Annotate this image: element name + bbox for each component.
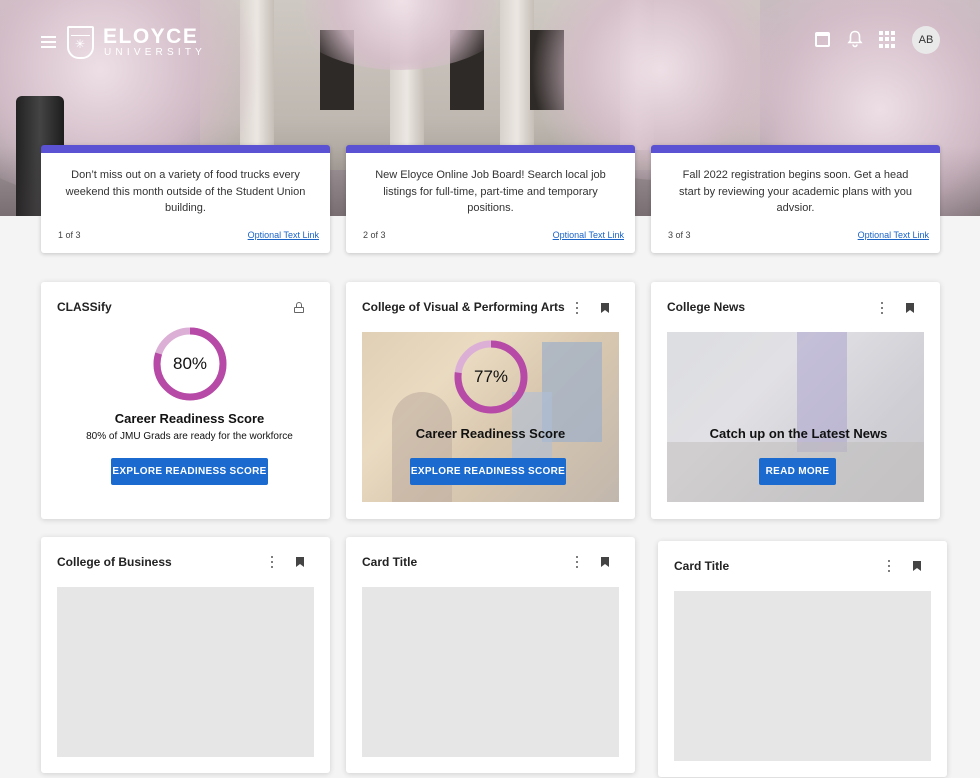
news-headline: Catch up on the Latest News: [709, 426, 888, 441]
generic-card: Card Title: [346, 537, 635, 773]
top-bar: ELOYCE UNIVERSITY AB: [0, 0, 980, 80]
announcement-card: Don’t miss out on a variety of food truc…: [41, 145, 330, 253]
announcement-count: 1 of 3: [58, 230, 81, 240]
arts-card: College of Visual & Performing Arts 77% …: [346, 282, 635, 519]
logo-name: ELOYCE: [103, 25, 199, 48]
more-options-icon[interactable]: [879, 302, 885, 314]
card-title: Card Title: [362, 555, 418, 569]
bell-icon[interactable]: [847, 30, 863, 48]
logo-subtitle: UNIVERSITY: [104, 47, 207, 58]
announcement-message: New Eloyce Online Job Board! Search loca…: [375, 169, 606, 214]
score-subtitle: 80% of JMU Grads are ready for the workf…: [86, 431, 293, 442]
more-options-icon[interactable]: [574, 556, 580, 568]
donut-percent: 77%: [473, 367, 509, 386]
more-options-icon[interactable]: [886, 560, 892, 572]
card-title: Card Title: [674, 559, 730, 573]
content-placeholder: [57, 587, 314, 757]
college-business-card: College of Business: [41, 537, 330, 773]
card-title: CLASSify: [57, 300, 112, 314]
donut-percent: 80%: [172, 354, 208, 373]
hamburger-menu-icon[interactable]: [41, 36, 56, 48]
card-title: College of Visual & Performing Arts: [362, 300, 565, 314]
content-placeholder: [674, 591, 931, 761]
announcement-link[interactable]: Optional Text Link: [858, 230, 929, 240]
announcement-message: Fall 2022 registration begins soon. Get …: [679, 169, 912, 214]
card-title: College News: [667, 300, 746, 314]
announcement-card: New Eloyce Online Job Board! Search loca…: [346, 145, 635, 253]
shield-icon: [67, 26, 94, 59]
content-placeholder: [362, 587, 619, 757]
calendar-icon[interactable]: [815, 32, 830, 47]
avatar[interactable]: AB: [912, 26, 940, 54]
more-options-icon[interactable]: [269, 556, 275, 568]
announcement-link[interactable]: Optional Text Link: [553, 230, 624, 240]
bookmark-icon[interactable]: [913, 561, 921, 571]
card-title: College of Business: [57, 555, 172, 569]
announcement-card: Fall 2022 registration begins soon. Get …: [651, 145, 940, 253]
classify-card: CLASSify 80% Career Readiness Score 80% …: [41, 282, 330, 519]
score-title: Career Readiness Score: [114, 411, 265, 426]
announcement-message: Don’t miss out on a variety of food truc…: [65, 169, 306, 214]
more-options-icon[interactable]: [574, 302, 580, 314]
announcement-count: 3 of 3: [668, 230, 691, 240]
apps-grid-icon[interactable]: [879, 31, 896, 48]
announcement-count: 2 of 3: [363, 230, 386, 240]
explore-readiness-button[interactable]: EXPLORE READINESS SCORE: [111, 458, 268, 485]
bookmark-icon[interactable]: [601, 303, 609, 313]
bookmark-icon[interactable]: [906, 303, 914, 313]
generic-card: Card Title: [658, 541, 947, 777]
college-news-card: College News Catch up on the Latest News…: [651, 282, 940, 519]
bookmark-icon[interactable]: [601, 557, 609, 567]
explore-readiness-button[interactable]: EXPLORE READINESS SCORE: [410, 458, 566, 485]
bookmark-icon[interactable]: [296, 557, 304, 567]
lock-icon[interactable]: [294, 302, 304, 313]
announcement-link[interactable]: Optional Text Link: [248, 230, 319, 240]
read-more-button[interactable]: READ MORE: [759, 458, 836, 485]
score-title: Career Readiness Score: [415, 426, 566, 441]
